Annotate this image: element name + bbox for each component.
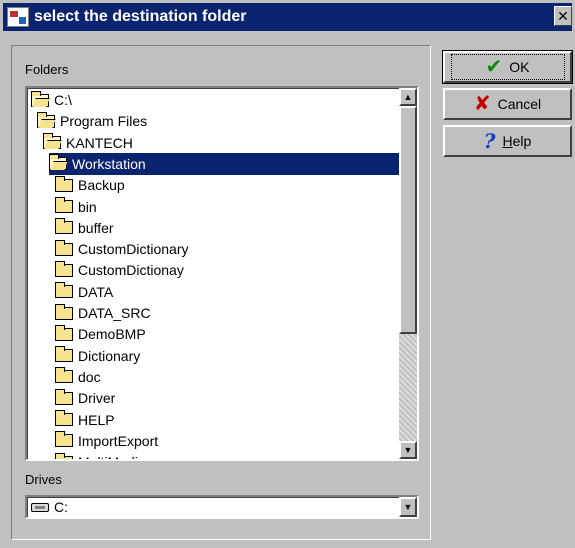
- tree-item[interactable]: DemoBMP: [55, 323, 417, 345]
- tree-item[interactable]: Backup: [55, 174, 417, 196]
- tree-item[interactable]: ImportExport: [55, 430, 417, 452]
- folder-tree[interactable]: C:\ Program Files KANTECH Workstation Backup…: [25, 86, 419, 461]
- ok-button-focus: ✔ OK: [450, 54, 565, 80]
- folder-icon: [55, 218, 73, 235]
- tree-item-selected[interactable]: Workstation: [49, 152, 417, 175]
- tree-item[interactable]: MultiMedia: [55, 451, 417, 459]
- window-title: select the destination folder: [34, 8, 247, 25]
- dialog-window: select the destination folder ✕ Folders …: [0, 0, 575, 548]
- x-icon: ✘: [473, 93, 491, 115]
- drives-select[interactable]: C: ▼: [25, 495, 419, 519]
- tree-item[interactable]: Driver: [55, 387, 415, 409]
- tree-item-label: Driver: [78, 390, 116, 407]
- close-button[interactable]: ✕: [554, 6, 572, 26]
- ok-button[interactable]: ✔ OK: [442, 50, 573, 84]
- folder-icon: [55, 324, 73, 341]
- tree-item[interactable]: DATA_SRC: [55, 302, 417, 324]
- cancel-button-label: Cancel: [497, 96, 542, 112]
- open-folder-icon: [37, 111, 55, 128]
- tree-item[interactable]: Dictionary: [55, 345, 417, 367]
- tree-item-label: buffer: [78, 219, 114, 236]
- folder-icon: [55, 282, 73, 299]
- help-button[interactable]: ? Help: [443, 125, 572, 157]
- scroll-up-button[interactable]: ▲: [399, 88, 417, 106]
- tree-item-label: doc: [78, 368, 101, 385]
- tree-item[interactable]: C:\: [31, 89, 372, 111]
- tree-item-label: CustomDictionay: [78, 262, 184, 279]
- tree-item[interactable]: DATA: [55, 281, 413, 303]
- tree-item-label: DATA_SRC: [78, 305, 151, 321]
- tree-item[interactable]: HELP: [55, 409, 415, 431]
- tree-item[interactable]: bin: [55, 196, 397, 218]
- open-folder-icon: [49, 154, 67, 171]
- folder-icon: [55, 197, 73, 213]
- open-folder-icon: [43, 133, 61, 150]
- folder-icon: [55, 175, 73, 192]
- help-button-mnemonic: H: [502, 133, 513, 149]
- scroll-down-button[interactable]: ▼: [399, 441, 417, 459]
- tree-item[interactable]: KANTECH: [43, 132, 417, 154]
- app-icon: [7, 7, 29, 27]
- open-folder-icon: [31, 90, 49, 107]
- drive-icon: [31, 502, 49, 512]
- tree-item-label: KANTECH: [66, 134, 133, 151]
- ok-button-label: OK: [509, 59, 530, 75]
- folder-icon: [55, 239, 73, 256]
- folder-icon: [55, 303, 73, 320]
- tree-item[interactable]: Program Files: [37, 110, 417, 132]
- tree-item-label: Dictionary: [78, 347, 141, 364]
- tree-item-label: MultiMedia: [78, 454, 146, 459]
- tree-item-label: Program Files: [60, 113, 148, 130]
- folders-label: Folders: [25, 62, 69, 77]
- drives-selected-value: C:: [54, 499, 68, 515]
- tree-item-label: Workstation: [72, 155, 146, 172]
- tree-item[interactable]: CustomDictionary: [55, 238, 417, 260]
- folder-icon: [55, 431, 73, 448]
- check-icon: ✔: [485, 56, 503, 78]
- folder-icon: [55, 388, 73, 405]
- folder-icon: [55, 452, 73, 459]
- folder-icon: [55, 260, 73, 277]
- question-icon: ?: [483, 129, 496, 153]
- tree-scrollbar[interactable]: ▲ ▼: [399, 88, 417, 459]
- tree-item-label: bin: [78, 198, 97, 215]
- folder-icon: [55, 367, 73, 384]
- folder-icon: [55, 410, 73, 426]
- tree-item[interactable]: doc: [55, 366, 401, 388]
- title-bar[interactable]: select the destination folder ✕: [3, 3, 572, 31]
- cancel-button[interactable]: ✘ Cancel: [443, 88, 572, 120]
- tree-item-label: C:\: [54, 92, 72, 108]
- tree-item-label: ImportExport: [78, 432, 159, 449]
- folder-icon: [55, 346, 73, 363]
- drives-label: Drives: [25, 472, 62, 487]
- tree-item-label: HELP: [78, 411, 115, 428]
- tree-item-label: DemoBMP: [78, 326, 146, 343]
- tree-item-label: CustomDictionary: [78, 241, 189, 258]
- tree-item-label: DATA: [78, 283, 114, 300]
- scroll-thumb[interactable]: [399, 106, 417, 334]
- tree-item[interactable]: buffer: [55, 217, 414, 239]
- help-button-label: elp: [512, 133, 532, 149]
- tree-item-label: Backup: [78, 177, 125, 194]
- drives-dropdown-button[interactable]: ▼: [399, 497, 417, 517]
- tree-item[interactable]: CustomDictionay: [55, 259, 417, 281]
